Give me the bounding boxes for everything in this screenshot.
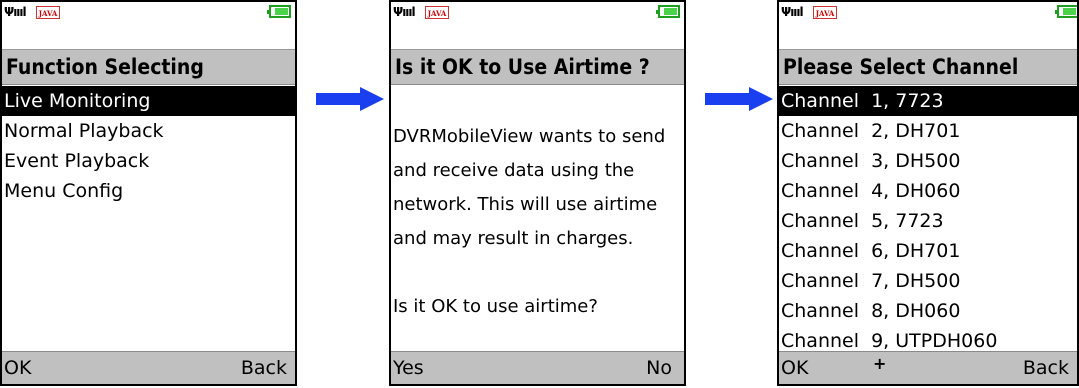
list-item-live-monitoring[interactable]: Live Monitoring xyxy=(2,86,295,116)
channel-item[interactable]: Channel 1, 7723 xyxy=(779,86,1077,116)
signal-bars-icon: Ψıııl xyxy=(4,5,27,19)
status-bar: Ψıııl JAVA xyxy=(391,2,684,47)
right-arrow-icon xyxy=(316,87,384,111)
dialog-line: and may result in charges. xyxy=(393,228,634,249)
softkey-bar: OK Back xyxy=(2,351,295,384)
channel-item[interactable]: Channel 6, DH701 xyxy=(779,236,1077,266)
yes-softkey[interactable]: Yes xyxy=(393,352,424,384)
dialog-question: Is it OK to use airtime? xyxy=(393,296,598,317)
channel-item[interactable]: Channel 3, DH500 xyxy=(779,146,1077,176)
dialog-line: and receive data using the xyxy=(393,160,635,181)
dialog-title: Is it OK to Use Airtime ? xyxy=(391,49,684,85)
page-title: Please Select Channel xyxy=(779,49,1077,85)
phone-screen-function-selecting: Ψıııl JAVA Function Selecting Live Monit… xyxy=(0,0,297,386)
ok-softkey[interactable]: OK xyxy=(781,352,808,384)
battery-icon xyxy=(656,5,680,18)
dialog-line-blank xyxy=(393,256,682,290)
java-logo-icon: JAVA xyxy=(425,6,449,19)
list-item-menu-config[interactable]: Menu Config xyxy=(2,176,295,206)
channel-item[interactable]: Channel 8, DH060 xyxy=(779,296,1077,326)
softkey-bar: Yes No xyxy=(391,351,684,384)
channel-item[interactable]: Channel 4, DH060 xyxy=(779,176,1077,206)
list-item-normal-playback[interactable]: Normal Playback xyxy=(2,116,295,146)
battery-icon xyxy=(1055,5,1077,18)
signal-bars-icon: Ψıııl xyxy=(393,5,416,19)
signal-bars-icon: Ψıııl xyxy=(781,5,804,19)
dialog-line: DVRMobileView wants to send xyxy=(393,126,666,147)
no-softkey[interactable]: No xyxy=(646,352,672,384)
channel-item[interactable]: Channel 7, DH500 xyxy=(779,266,1077,296)
java-logo-icon: JAVA xyxy=(36,6,60,19)
page-title: Function Selecting xyxy=(2,49,295,85)
channel-item[interactable]: Channel 2, DH701 xyxy=(779,116,1077,146)
softkey-bar: OK + Back xyxy=(779,351,1077,384)
phone-screen-select-channel: Ψıııl JAVA Please Select Channel Channel… xyxy=(777,0,1079,386)
list-item-event-playback[interactable]: Event Playback xyxy=(2,146,295,176)
channel-list: Channel 1, 7723 Channel 2, DH701 Channel… xyxy=(779,86,1077,356)
java-logo-icon: JAVA xyxy=(813,6,837,19)
phone-screen-airtime-dialog: Ψıııl JAVA Is it OK to Use Airtime ? DVR… xyxy=(389,0,686,386)
dialog-line: network. This will use airtime xyxy=(393,194,658,215)
right-arrow-icon xyxy=(705,87,773,111)
back-softkey[interactable]: Back xyxy=(1023,352,1069,384)
dialog-message: DVRMobileView wants to send and receive … xyxy=(393,120,682,324)
ok-softkey[interactable]: OK xyxy=(4,352,31,384)
scroll-down-icon: + xyxy=(873,354,887,373)
battery-icon xyxy=(267,5,291,18)
channel-item[interactable]: Channel 5, 7723 xyxy=(779,206,1077,236)
status-bar: Ψıııl JAVA xyxy=(779,2,1077,47)
function-list: Live Monitoring Normal Playback Event Pl… xyxy=(2,86,295,206)
back-softkey[interactable]: Back xyxy=(241,352,287,384)
status-bar: Ψıııl JAVA xyxy=(2,2,295,47)
